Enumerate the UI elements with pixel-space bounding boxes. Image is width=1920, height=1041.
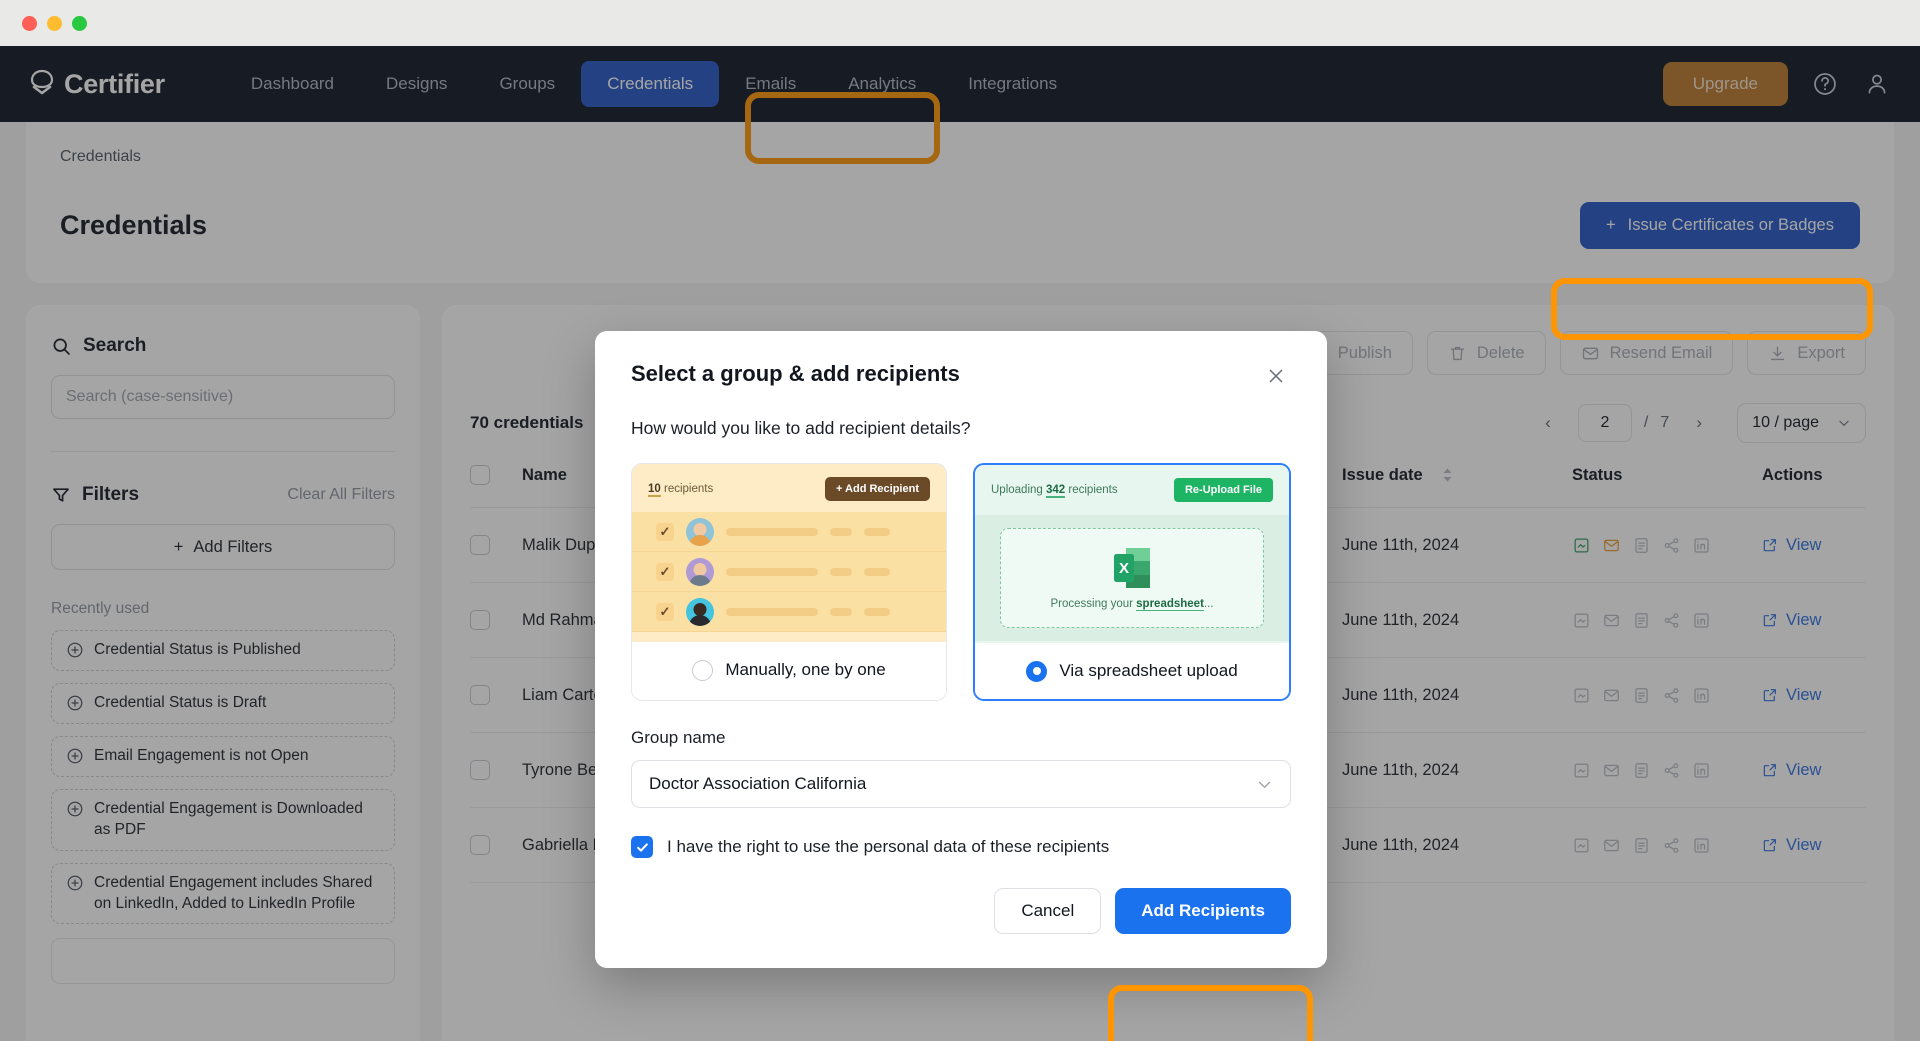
processing-bold: spreadsheet (1136, 598, 1204, 611)
placeholder-bar (830, 567, 852, 576)
option-manual-card[interactable]: 10 recipients + Add Recipient ✓ ✓ ✓ Manu… (631, 463, 947, 701)
manual-row: ✓ (632, 512, 946, 552)
close-icon[interactable] (1261, 361, 1291, 391)
svg-text:X: X (1119, 560, 1129, 577)
placeholder-bar (726, 527, 818, 536)
uploading-count-suffix: recipients (1068, 484, 1118, 496)
manual-row: ✓ (632, 552, 946, 592)
spreadsheet-illustration: Uploading 342 recipients Re-Upload File (975, 465, 1289, 643)
check-icon: ✓ (656, 562, 674, 581)
consent-checkbox[interactable] (631, 836, 653, 858)
zoom-window-button[interactable] (72, 15, 87, 31)
option-manual-footer[interactable]: Manually, one by one (632, 642, 946, 698)
modal-title: Select a group & add recipients (631, 361, 960, 386)
avatar (686, 597, 714, 626)
group-name-select[interactable]: Doctor Association California (631, 760, 1291, 808)
manual-row: ✓ (632, 592, 946, 632)
avatar (686, 517, 714, 546)
app-shell: Certifier Dashboard Designs Groups Crede… (0, 46, 1920, 1041)
option-spreadsheet-footer[interactable]: Via spreadsheet upload (975, 643, 1289, 699)
radio-manual[interactable] (692, 659, 714, 681)
placeholder-bar (726, 567, 818, 576)
cancel-button[interactable]: Cancel (994, 888, 1102, 934)
manual-count-suffix: recipients (664, 483, 714, 495)
placeholder-bar (726, 607, 818, 616)
check-icon: ✓ (656, 602, 674, 621)
placeholder-bar (864, 607, 890, 616)
placeholder-bar (864, 527, 890, 536)
uploading-count-number: 342 (1046, 484, 1066, 498)
avatar (686, 557, 714, 586)
modal-question: How would you like to add recipient deta… (631, 418, 971, 438)
group-name-label: Group name (631, 728, 726, 747)
radio-spreadsheet[interactable] (1026, 660, 1048, 682)
check-icon: ✓ (656, 522, 674, 541)
manual-count-number: 10 (648, 483, 661, 497)
uploading-recipient-count: Uploading 342 recipients (991, 484, 1118, 498)
consent-row: I have the right to use the personal dat… (631, 836, 1291, 858)
processing-status-text: Processing your spreadsheet... (1050, 598, 1214, 611)
uploading-prefix: Uploading (991, 484, 1043, 496)
recipient-method-options: 10 recipients + Add Recipient ✓ ✓ ✓ Manu… (631, 463, 1291, 701)
placeholder-bar (830, 527, 852, 536)
add-recipients-button[interactable]: Add Recipients (1115, 888, 1291, 934)
option-manual-label: Manually, one by one (725, 660, 886, 679)
close-window-button[interactable] (22, 15, 37, 31)
spreadsheet-drop-zone: X Processing your spreadsheet... (975, 515, 1289, 641)
manual-art-header: 10 recipients + Add Recipient (648, 477, 930, 501)
processing-suffix: ... (1203, 598, 1214, 610)
browser-chrome (0, 0, 1920, 46)
placeholder-bar (830, 607, 852, 616)
window-controls (22, 15, 87, 31)
excel-file-icon: X (1114, 548, 1150, 588)
consent-label: I have the right to use the personal dat… (667, 837, 1110, 856)
manual-illustration: 10 recipients + Add Recipient ✓ ✓ ✓ (632, 464, 946, 642)
placeholder-bar (864, 567, 890, 576)
manual-recipient-rows: ✓ ✓ ✓ (632, 512, 946, 632)
option-spreadsheet-card[interactable]: Uploading 342 recipients Re-Upload File (973, 463, 1291, 701)
add-recipient-button-mock: + Add Recipient (824, 477, 930, 501)
option-spreadsheet-label: Via spreadsheet upload (1059, 661, 1238, 680)
processing-prefix: Processing your (1050, 598, 1133, 610)
minimize-window-button[interactable] (47, 15, 62, 31)
add-recipients-modal: Select a group & add recipients How woul… (595, 331, 1327, 968)
spreadsheet-art-header: Uploading 342 recipients Re-Upload File (991, 478, 1273, 502)
modal-actions: Cancel Add Recipients (631, 888, 1291, 934)
group-name-value: Doctor Association California (649, 774, 867, 793)
chevron-down-icon (1258, 781, 1271, 788)
modal-header: Select a group & add recipients (631, 361, 1291, 391)
drop-zone-inner: X Processing your spreadsheet... (1000, 528, 1264, 628)
re-upload-file-button-mock: Re-Upload File (1173, 478, 1273, 502)
manual-recipient-count: 10 recipients (648, 483, 714, 497)
